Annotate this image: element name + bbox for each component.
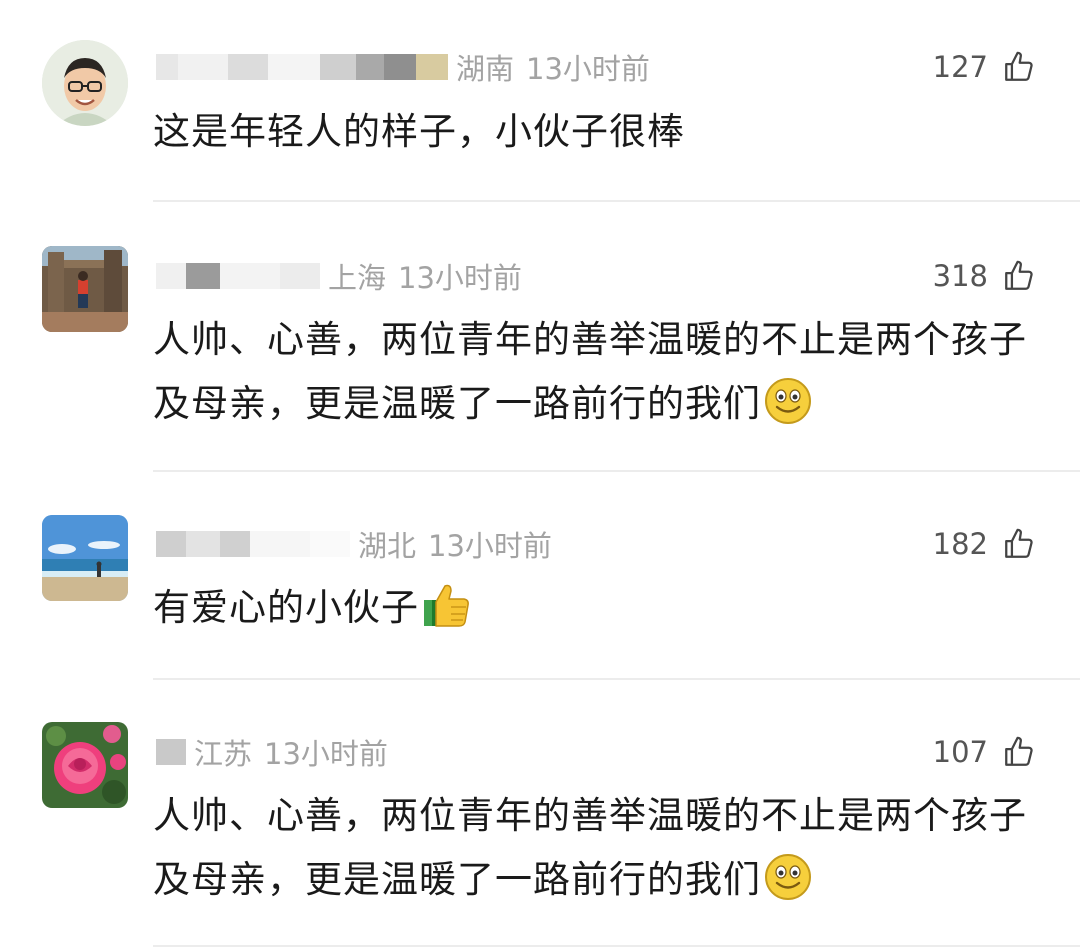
- comment-meta: 湖南 13小时前: [456, 46, 650, 88]
- avatar[interactable]: [42, 246, 128, 332]
- divider: [153, 945, 1080, 947]
- thumbs-up-outline-icon: [1005, 528, 1033, 558]
- comment-body: 人帅、心善，两位青年的善举温暖的不止是两个孩子及母亲，更是温暖了一路前行的我们: [153, 794, 1027, 901]
- like-count: 107: [932, 735, 988, 769]
- smile-emoji: [765, 378, 811, 424]
- thumbs-up-emoji: [424, 584, 469, 627]
- avatar[interactable]: [42, 722, 128, 808]
- beach-photo-avatar: [42, 515, 128, 601]
- comment-item: 湖北 13小时前 182 有爱心的小伙子: [0, 472, 1080, 680]
- smile-emoji: [765, 854, 811, 900]
- like-count: 127: [932, 50, 988, 84]
- comment-text: 人帅、心善，两位青年的善举温暖的不止是两个孩子及母亲，更是温暖了一路前行的我们: [153, 308, 1043, 436]
- timestamp: 13小时前: [398, 261, 522, 295]
- location: 江苏: [194, 737, 253, 771]
- like-button[interactable]: 127: [933, 47, 1036, 87]
- comment-body: 人帅、心善，两位青年的善举温暖的不止是两个孩子及母亲，更是温暖了一路前行的我们: [153, 318, 1027, 425]
- timestamp: 13小时前: [264, 737, 388, 771]
- comment-meta: 湖北 13小时前: [358, 523, 552, 565]
- avatar[interactable]: [42, 40, 128, 126]
- blurred-username[interactable]: [156, 528, 350, 560]
- timestamp: 13小时前: [428, 529, 552, 563]
- pink-rose-avatar: [42, 722, 128, 808]
- thumbs-up-outline-icon: [1005, 736, 1033, 766]
- comment-header: 湖南 13小时前: [156, 47, 650, 87]
- avatar[interactable]: [42, 515, 128, 601]
- thumbs-up-outline-icon: [1005, 260, 1033, 290]
- comment-text: 这是年轻人的样子，小伙子很棒: [153, 100, 1043, 164]
- comment-header: 江苏 13小时前: [156, 732, 388, 772]
- comment-item: 上海 13小时前 318 人帅、心善，两位青年的善举温暖的不止是两个孩子及母亲，更…: [0, 202, 1080, 472]
- temple-ruins-photo-avatar: [42, 246, 128, 332]
- like-button[interactable]: 182: [933, 524, 1036, 564]
- like-count: 318: [932, 259, 988, 293]
- comment-text: 有爱心的小伙子: [153, 576, 1043, 640]
- comment-body: 这是年轻人的样子，小伙子很棒: [153, 110, 685, 153]
- man-with-glasses-avatar: [42, 40, 128, 126]
- blurred-username[interactable]: [156, 260, 320, 292]
- comment-header: 湖北 13小时前: [156, 524, 552, 564]
- comment-body: 有爱心的小伙子: [153, 586, 419, 629]
- comment-item: 湖南 13小时前 127 这是年轻人的样子，小伙子很棒: [0, 0, 1080, 202]
- thumbs-up-outline-icon: [1005, 51, 1033, 81]
- comment-header: 上海 13小时前: [156, 256, 522, 296]
- blurred-username[interactable]: [156, 51, 448, 83]
- location: 湖北: [358, 529, 417, 563]
- like-button[interactable]: 318: [933, 256, 1036, 296]
- timestamp: 13小时前: [526, 52, 650, 86]
- location: 湖南: [456, 52, 515, 86]
- like-button[interactable]: 107: [933, 732, 1036, 772]
- comment-text: 人帅、心善，两位青年的善举温暖的不止是两个孩子及母亲，更是温暖了一路前行的我们: [153, 784, 1043, 912]
- blurred-username[interactable]: [156, 736, 186, 768]
- comment-meta: 上海 13小时前: [328, 255, 522, 297]
- location: 上海: [328, 261, 387, 295]
- comment-meta: 江苏 13小时前: [194, 731, 388, 773]
- like-count: 182: [932, 527, 988, 561]
- comment-item: 江苏 13小时前 107 人帅、心善，两位青年的善举温暖的不止是两个孩子及母亲，更…: [0, 680, 1080, 949]
